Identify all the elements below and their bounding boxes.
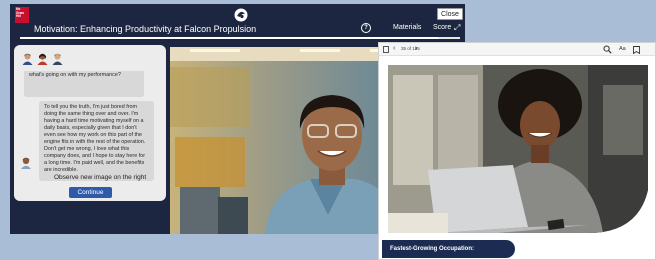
avatar (22, 53, 33, 65)
avatar (52, 53, 63, 65)
brand-icon (234, 8, 248, 22)
continue-button[interactable]: Continue (69, 187, 112, 198)
score-button[interactable]: Score (433, 24, 451, 31)
mcgraw-hill-logo: Mc Graw Hill (15, 7, 29, 23)
reader-toolbar: ‹ 35 of 185 › Aa (379, 43, 655, 56)
font-size-button[interactable]: Aa (619, 46, 626, 52)
chevron-left-icon[interactable]: ‹ (393, 45, 395, 52)
avatar (37, 53, 48, 65)
dialogue-panel: to talk to me. I understand you want to … (14, 45, 166, 201)
dialogue-transcript[interactable]: to talk to me. I understand you want to … (24, 71, 154, 183)
instruction-text: Observe new image on the right (54, 174, 147, 181)
expand-icon[interactable]: ⤢ (454, 23, 460, 33)
office-worker-photo (388, 65, 648, 233)
panel-footer (10, 201, 170, 234)
materials-button[interactable]: Materials (393, 24, 421, 31)
message-bubble: to talk to me. I understand you want to … (24, 71, 144, 97)
sidebar-toggle-icon[interactable] (383, 46, 389, 53)
message-bubble: To tell you the truth, I'm just bored fr… (39, 101, 154, 181)
app-header: Mc Graw Hill Motivation: Enhancing Produ… (10, 4, 465, 39)
close-button[interactable]: Close (437, 8, 463, 20)
help-icon[interactable]: ? (361, 23, 371, 33)
search-icon[interactable] (603, 45, 612, 54)
chevron-right-icon[interactable]: › (415, 45, 417, 52)
section-heading: Fastest-Growing Occupation: (382, 240, 515, 258)
avatar (21, 157, 31, 169)
ebook-reader: ‹ 35 of 185 › Aa Fastest-Growing Occupat… (378, 42, 656, 260)
progress-bar (20, 37, 460, 39)
bookmark-icon[interactable] (633, 46, 640, 54)
page-title: Motivation: Enhancing Productivity at Fa… (34, 24, 257, 34)
progress-fill (20, 37, 438, 39)
